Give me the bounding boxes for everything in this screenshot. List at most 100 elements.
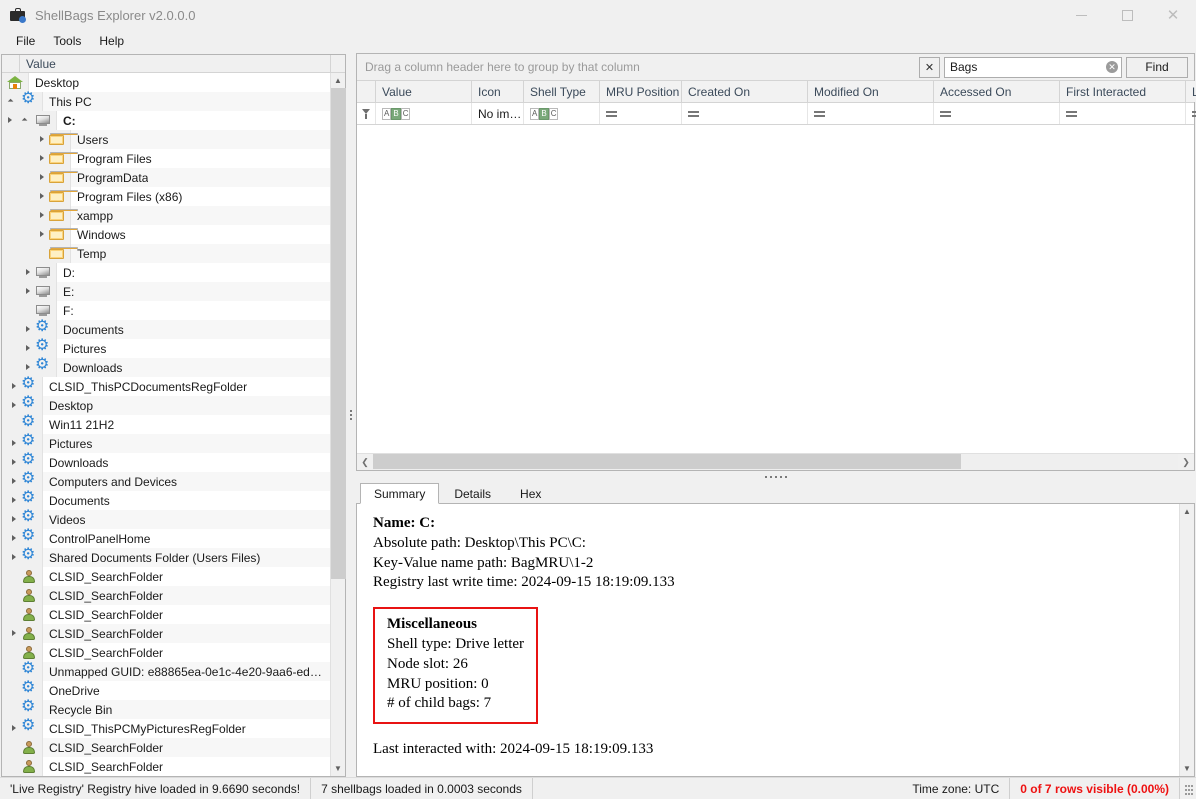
tree-row-cell[interactable]: Desktop: [28, 73, 330, 92]
expander-icon[interactable]: [38, 230, 47, 239]
tree-row-cell[interactable]: This PC: [42, 92, 330, 111]
expander-icon[interactable]: [24, 363, 33, 372]
tree-row[interactable]: D:: [2, 263, 330, 282]
tree-row[interactable]: Users: [2, 130, 330, 149]
grid-column-header[interactable]: MRU Position: [600, 81, 682, 102]
tree-scroll-track[interactable]: [331, 88, 346, 761]
tree-row[interactable]: CLSID_SearchFolder: [2, 643, 330, 662]
tree-row-cell[interactable]: CLSID_SearchFolder: [42, 605, 330, 624]
tree-row-cell[interactable]: CLSID_SearchFolder: [42, 738, 330, 757]
expander-icon[interactable]: [10, 534, 19, 543]
scroll-up-icon[interactable]: ▲: [1180, 504, 1194, 519]
tree-row-cell[interactable]: Documents: [56, 320, 330, 339]
tree-row[interactable]: ControlPanelHome: [2, 528, 330, 548]
expander-icon[interactable]: [10, 97, 19, 106]
scroll-left-icon[interactable]: ❮: [357, 454, 373, 470]
tree-row[interactable]: Documents: [2, 319, 330, 339]
tree-row-cell[interactable]: OneDrive: [42, 681, 330, 700]
expander-icon[interactable]: [10, 648, 19, 657]
expander-icon[interactable]: [10, 515, 19, 524]
tree-row-cell[interactable]: Downloads: [56, 358, 330, 377]
tree-row-cell[interactable]: F:: [56, 301, 330, 320]
tree-row-gutter[interactable]: [2, 168, 20, 187]
grid-horizontal-scrollbar[interactable]: ❮ ❯: [357, 453, 1194, 470]
expander-icon[interactable]: [10, 496, 19, 505]
tree-row-cell[interactable]: Videos: [42, 510, 330, 529]
grid-filter-cell[interactable]: [934, 103, 1060, 124]
expander-icon[interactable]: [10, 572, 19, 581]
tree-row[interactable]: Videos: [2, 509, 330, 529]
tree-row-cell[interactable]: CLSID_ThisPCMyPicturesRegFolder: [42, 719, 330, 738]
expander-icon[interactable]: [10, 439, 19, 448]
grid-filter-cell[interactable]: ABC: [524, 103, 600, 124]
tree-row-cell[interactable]: Documents: [42, 491, 330, 510]
clear-circle-icon[interactable]: ✕: [1106, 61, 1118, 73]
tree-row-cell[interactable]: E:: [56, 282, 330, 301]
group-by-dropzone[interactable]: Drag a column header here to group by th…: [357, 60, 919, 74]
detail-vertical-scrollbar[interactable]: ▲ ▼: [1179, 504, 1194, 776]
tree-row[interactable]: xampp: [2, 206, 330, 225]
tree-row[interactable]: Documents: [2, 490, 330, 510]
tree-row-cell[interactable]: Pictures: [56, 339, 330, 358]
expander-icon[interactable]: [10, 705, 19, 714]
tree-row-cell[interactable]: CLSID_SearchFolder: [42, 586, 330, 605]
tree-row-cell[interactable]: Program Files: [70, 149, 330, 168]
tree-row-cell[interactable]: Desktop: [42, 396, 330, 415]
expander-icon[interactable]: [10, 477, 19, 486]
detail-tab-hex[interactable]: Hex: [506, 483, 555, 504]
expander-icon[interactable]: [10, 629, 19, 638]
tree-row-cell[interactable]: CLSID_SearchFolder: [42, 624, 330, 643]
grid-filter-cell[interactable]: No im…: [472, 103, 524, 124]
equals-filter-icon[interactable]: [940, 110, 951, 117]
tree-row-gutter[interactable]: [2, 358, 20, 377]
tree-row-cell[interactable]: CLSID_SearchFolder: [42, 567, 330, 586]
expander-icon[interactable]: [38, 154, 47, 163]
tree-row-cell[interactable]: CLSID_ThisPCDocumentsRegFolder: [42, 377, 330, 396]
grid-column-header[interactable]: Icon: [472, 81, 524, 102]
expander-icon[interactable]: [38, 192, 47, 201]
tree-row[interactable]: C:: [2, 111, 330, 130]
tree-row-cell[interactable]: Unmapped GUID: e88865ea-0e1c-4e20-9aa6-e…: [42, 662, 330, 681]
tree-row[interactable]: F:: [2, 301, 330, 320]
grid-filter-cell[interactable]: [1186, 103, 1196, 124]
tree-row[interactable]: Pictures: [2, 338, 330, 358]
expander-icon[interactable]: [10, 686, 19, 695]
tree-row-cell[interactable]: Downloads: [42, 453, 330, 472]
tree-row-cell[interactable]: Win11 21H2: [42, 415, 330, 434]
menu-help[interactable]: Help: [91, 31, 132, 51]
expander-icon[interactable]: [24, 306, 33, 315]
scroll-down-icon[interactable]: ▼: [331, 761, 345, 776]
expander-icon[interactable]: [10, 591, 19, 600]
expander-icon[interactable]: [10, 743, 19, 752]
tree-row[interactable]: Downloads: [2, 452, 330, 472]
expander-icon[interactable]: [24, 325, 33, 334]
grid-column-header[interactable]: Value: [376, 81, 472, 102]
menu-tools[interactable]: Tools: [45, 31, 89, 51]
expander-icon[interactable]: [2, 78, 5, 87]
expander-icon[interactable]: [10, 553, 19, 562]
tree-row[interactable]: Unmapped GUID: e88865ea-0e1c-4e20-9aa6-e…: [2, 661, 330, 681]
equals-filter-icon[interactable]: [606, 110, 617, 117]
equals-filter-icon[interactable]: [688, 110, 699, 117]
tree-row[interactable]: Pictures: [2, 433, 330, 453]
expander-icon[interactable]: [10, 762, 19, 771]
tree-row-cell[interactable]: CLSID_SearchFolder: [42, 643, 330, 662]
tree-row[interactable]: Computers and Devices: [2, 471, 330, 491]
tree-row-cell[interactable]: Program Files (x86): [70, 187, 330, 206]
grid-hscroll-track[interactable]: [373, 454, 1178, 470]
expander-icon[interactable]: [24, 268, 33, 277]
tree-row-cell[interactable]: Shared Documents Folder (Users Files): [42, 548, 330, 567]
grid-column-header[interactable]: Shell Type: [524, 81, 600, 102]
grid-filter-cell[interactable]: [808, 103, 934, 124]
tree-row-gutter[interactable]: [2, 282, 20, 301]
tree-row[interactable]: Win11 21H2: [2, 414, 330, 434]
tree-row-cell[interactable]: Windows: [70, 225, 330, 244]
expander-icon[interactable]: [10, 401, 19, 410]
equals-filter-icon[interactable]: [1066, 110, 1077, 117]
scroll-right-icon[interactable]: ❯: [1178, 454, 1194, 470]
tree-row[interactable]: Shared Documents Folder (Users Files): [2, 547, 330, 567]
grid-column-header[interactable]: Accessed On: [934, 81, 1060, 102]
grid-filter-cell[interactable]: [1060, 103, 1186, 124]
tree-row[interactable]: Desktop: [2, 73, 330, 92]
horizontal-splitter[interactable]: [356, 471, 1195, 483]
